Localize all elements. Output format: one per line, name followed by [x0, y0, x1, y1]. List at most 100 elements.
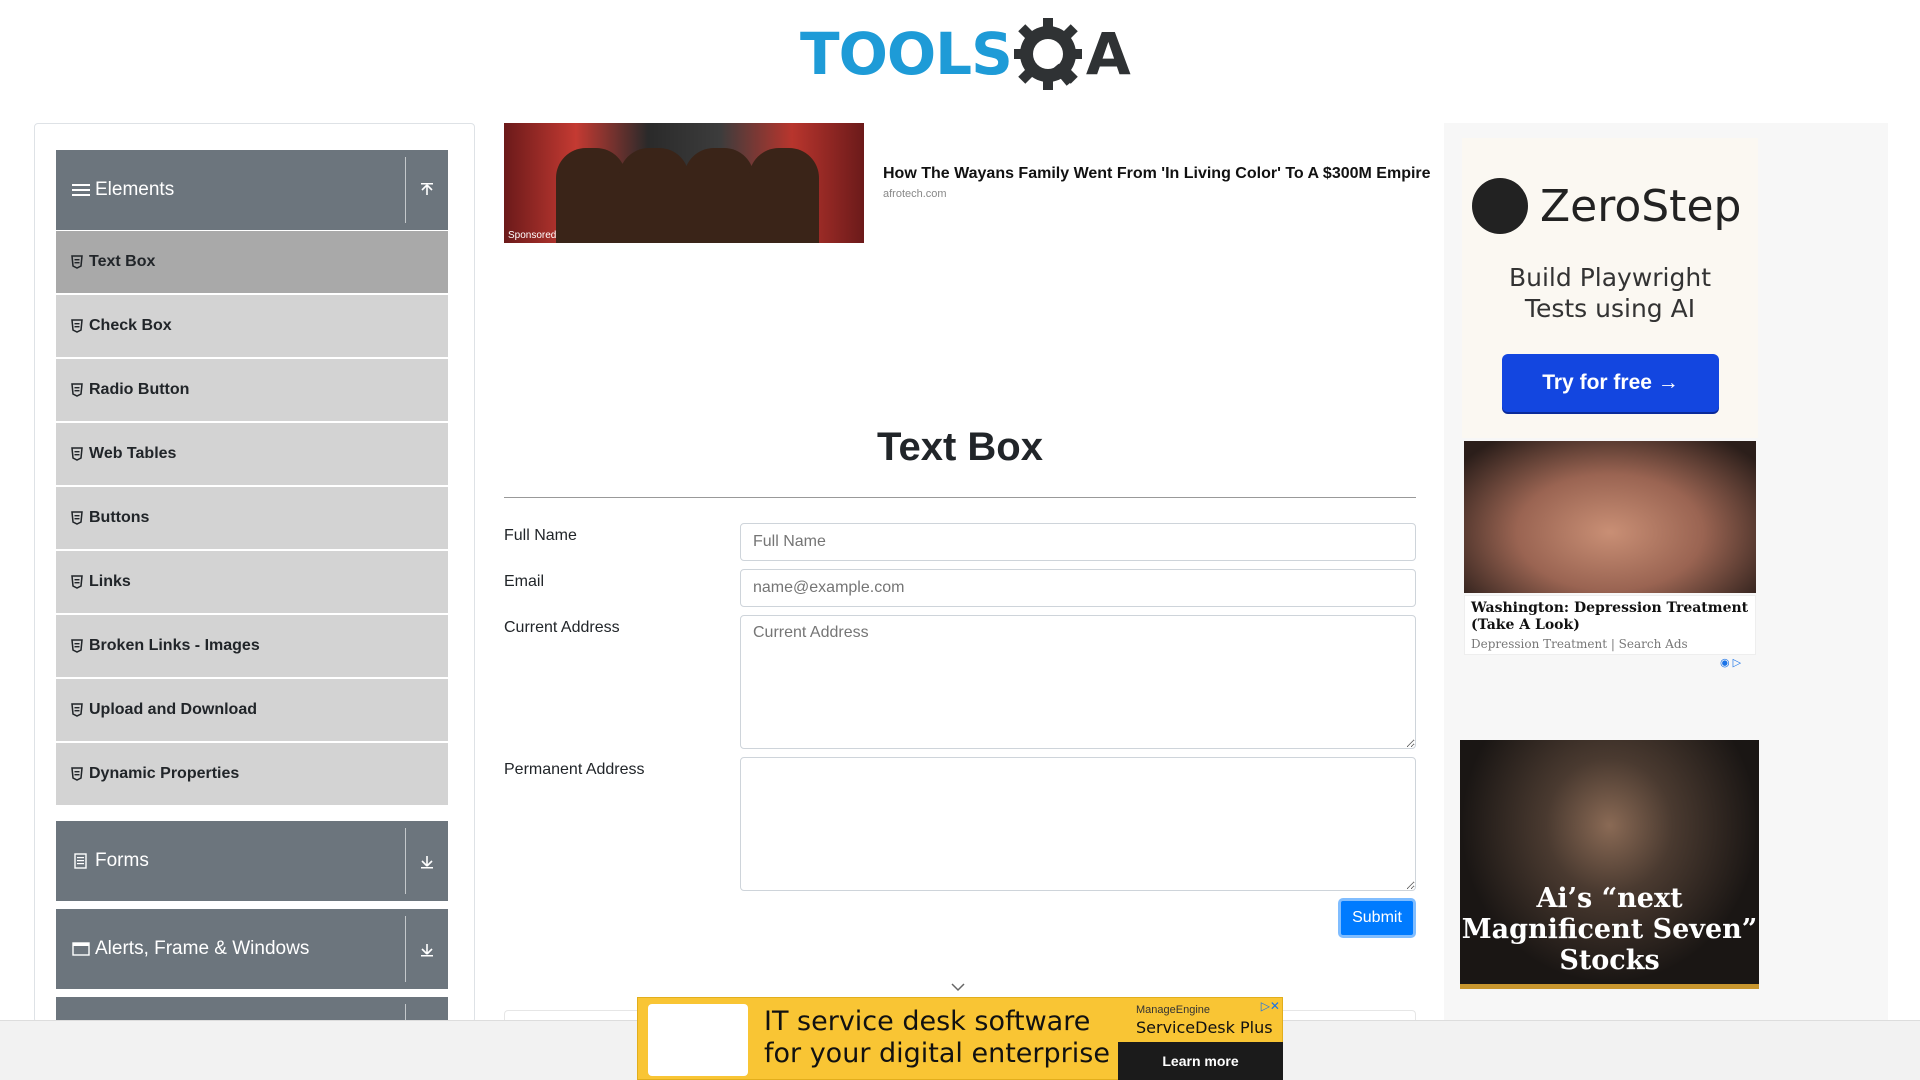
group-label-forms: Forms [95, 850, 149, 871]
tagline-line: Build Playwright [1508, 263, 1712, 292]
sidebar-item-buttons[interactable]: Buttons [56, 487, 448, 549]
sidebar-item-check-box[interactable]: Check Box [56, 295, 448, 357]
group-title-forms: Forms [56, 850, 405, 872]
sidebar-item-broken-links[interactable]: Broken Links - Images [56, 615, 448, 677]
shield-icon [71, 383, 83, 397]
logo-text-tools: TOOLS [800, 20, 1013, 88]
chevron-down-icon[interactable] [950, 979, 966, 995]
try-for-free-button[interactable]: Try for free → [1502, 354, 1719, 412]
bottom-ad-line: for your digital enterprise [764, 1038, 1110, 1069]
permanent-address-label: Permanent Address [504, 761, 645, 778]
upload-arrow-icon [421, 183, 433, 195]
permanent-address-textarea[interactable] [740, 757, 1416, 891]
bottom-banner-ad[interactable]: IT service desk software for your digita… [637, 997, 1283, 1080]
sidebar-item-label: Dynamic Properties [89, 765, 240, 782]
sidebar-item-dynamic-properties[interactable]: Dynamic Properties [56, 743, 448, 805]
shield-icon [71, 319, 83, 333]
group-header-alerts[interactable]: Alerts, Frame & Windows [56, 909, 448, 989]
ad-figure [684, 148, 754, 243]
sidebar-item-radio-button[interactable]: Radio Button [56, 359, 448, 421]
sponsored-ad[interactable]: Sponsored How The Wayans Family Went Fro… [504, 123, 1431, 245]
ad-illustration [648, 1004, 748, 1076]
expand-toggle-forms[interactable] [406, 821, 448, 901]
ad-figure [556, 148, 626, 243]
sidebar-item-label: Check Box [89, 317, 172, 334]
sidebar-item-text-box[interactable]: Text Box [56, 231, 448, 293]
zerostep-name: ZeroStep [1540, 180, 1742, 232]
bottom-ad-product: ServiceDesk Plus [1136, 1018, 1273, 1037]
submit-button[interactable]: Submit [1338, 898, 1416, 938]
group-label-elements: Elements [95, 179, 175, 200]
window-icon [72, 942, 90, 956]
sidebar-item-web-tables[interactable]: Web Tables [56, 423, 448, 485]
ad-image[interactable]: Sponsored [504, 123, 864, 243]
document-icon [74, 853, 87, 869]
sidebar-item-label: Buttons [89, 509, 150, 526]
ad-source[interactable]: afrotech.com [883, 188, 947, 200]
page-title: Text Box [877, 425, 1043, 469]
email-label: Email [504, 573, 545, 590]
zerostep-logo-icon [1472, 178, 1528, 234]
sidebar-item-label: Text Box [89, 253, 156, 270]
ad-caption-source: Depression Treatment | Search Ads [1471, 637, 1688, 651]
zerostep-ad[interactable]: ZeroStep Build Playwright Tests using AI… [1462, 138, 1758, 438]
tagline-line: Tests using AI [1524, 294, 1696, 323]
shield-icon [71, 255, 83, 269]
shield-icon [71, 511, 83, 525]
sidebar-item-links[interactable]: Links [56, 551, 448, 613]
left-panel: Elements Text Box Check Box Radio Button… [34, 123, 475, 1023]
ad-figure [619, 148, 689, 243]
stocks-line: Stocks [1559, 945, 1660, 976]
divider [504, 497, 1416, 498]
bottom-ad-line: IT service desk software [764, 1006, 1091, 1037]
shield-icon [71, 703, 83, 717]
shield-icon [71, 447, 83, 461]
shield-icon [71, 767, 83, 781]
group-header-forms[interactable]: Forms [56, 821, 448, 901]
full-name-label: Full Name [504, 527, 577, 544]
group-label-alerts: Alerts, Frame & Windows [95, 938, 310, 959]
sidebar-item-label: Web Tables [89, 445, 177, 462]
ad-headline[interactable]: How The Wayans Family Went From 'In Livi… [883, 165, 1431, 183]
stocks-line: Ai’s “next [1536, 883, 1683, 914]
bottom-ad-message: IT service desk software for your digita… [764, 1006, 1110, 1070]
logo-text-a: A [1085, 20, 1131, 88]
download-arrow-icon [421, 856, 433, 869]
toolsqa-logo[interactable]: TOOLS A [800, 14, 1131, 94]
group-header-elements[interactable]: Elements [56, 150, 448, 230]
expand-toggle-alerts[interactable] [406, 909, 448, 989]
sidebar-item-label: Links [89, 573, 131, 590]
zerostep-brand: ZeroStep [1472, 178, 1741, 234]
group-title-alerts: Alerts, Frame & Windows [56, 938, 405, 960]
stocks-ad-text: Ai’s “next Magnificent Seven” Stocks [1460, 883, 1759, 976]
ad-caption-headline[interactable]: Washington: Depression Treatment (Take A… [1471, 600, 1749, 634]
sponsored-label: Sponsored [508, 230, 557, 241]
shield-icon [71, 575, 83, 589]
sidebar-item-label: Broken Links - Images [89, 637, 260, 654]
ad-figure [749, 148, 819, 243]
gear-logo-icon [1013, 18, 1082, 90]
group-title-elements: Elements [56, 179, 405, 201]
site-header: TOOLS A [0, 0, 1920, 110]
sidebar-item-label: Upload and Download [89, 701, 257, 718]
learn-more-button[interactable]: Learn more [1118, 1042, 1283, 1080]
current-address-textarea[interactable] [740, 615, 1416, 749]
stocks-line: Magnificent Seven” [1461, 914, 1758, 945]
download-arrow-icon [421, 944, 433, 957]
full-name-input[interactable] [740, 523, 1416, 561]
collapse-toggle-elements[interactable] [406, 150, 448, 230]
zerostep-tagline: Build Playwright Tests using AI [1462, 262, 1758, 324]
close-ad-icon[interactable]: ▷✕ [1261, 999, 1280, 1013]
hamburger-icon [72, 184, 90, 196]
shield-icon [71, 639, 83, 653]
adchoices-icon[interactable]: ◉ ▷ [1720, 656, 1741, 669]
bottom-ad-brand: ManageEngine [1136, 1004, 1211, 1016]
sidebar-item-label: Radio Button [89, 381, 190, 398]
stocks-ad[interactable]: Ai’s “next Magnificent Seven” Stocks [1460, 740, 1759, 989]
email-input[interactable] [740, 569, 1416, 607]
right-ad-column: ZeroStep Build Playwright Tests using AI… [1444, 123, 1888, 1023]
ad-caption[interactable]: Washington: Depression Treatment (Take A… [1464, 595, 1756, 655]
sidebar-item-upload-download[interactable]: Upload and Download [56, 679, 448, 741]
current-address-label: Current Address [504, 619, 620, 636]
ad-face-image[interactable] [1464, 441, 1756, 593]
